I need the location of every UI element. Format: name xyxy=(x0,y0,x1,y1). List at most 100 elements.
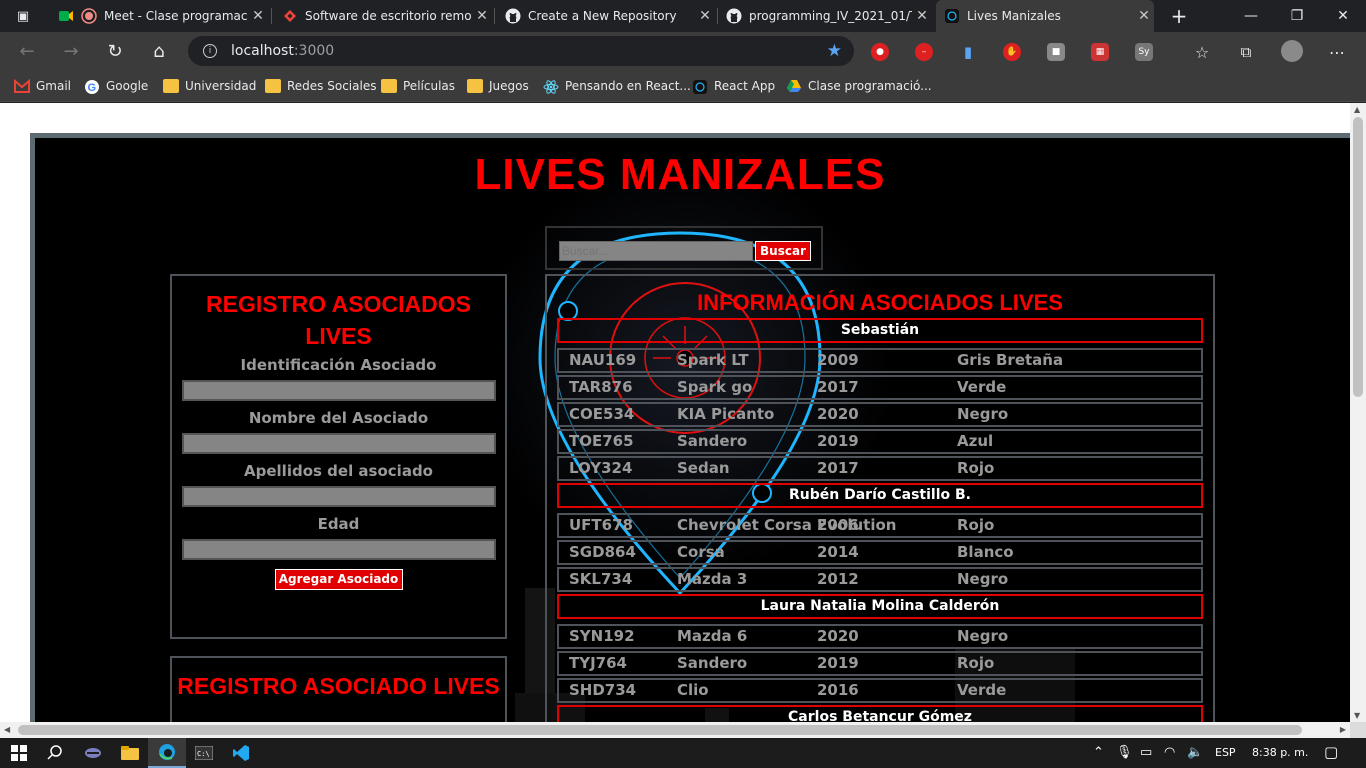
extension-sy-icon[interactable]: Sy xyxy=(1135,43,1153,61)
volume-icon[interactable]: 🔈 xyxy=(1187,745,1203,760)
battery-icon[interactable]: ▭ xyxy=(1140,745,1152,760)
extension-grid-icon[interactable]: ▦ xyxy=(1091,43,1109,61)
search-button[interactable]: Buscar xyxy=(755,241,811,261)
tab-lives-manizales[interactable]: Lives Manizales ✕ xyxy=(936,0,1154,32)
tab-title: programming_IV_2021_01/TO xyxy=(749,9,912,23)
restore-button[interactable]: ❐ xyxy=(1274,0,1320,32)
close-icon[interactable]: ✕ xyxy=(1134,8,1154,24)
bookmark-pensando-en-react[interactable]: Pensando en React... xyxy=(543,77,691,95)
bookmark-label: React App xyxy=(714,79,776,93)
field-label-name: Nombre del Asociado xyxy=(248,409,429,427)
tab-divider xyxy=(271,8,272,24)
more-menu-icon[interactable]: ⋯ xyxy=(1328,43,1346,62)
close-window-button[interactable]: ✕ xyxy=(1320,0,1366,32)
back-icon[interactable]: ← xyxy=(12,36,42,66)
close-icon[interactable]: ✕ xyxy=(248,8,268,24)
close-icon[interactable]: ✕ xyxy=(912,8,932,24)
new-tab-button[interactable]: + xyxy=(1156,0,1202,32)
scroll-right-icon[interactable]: ▶ xyxy=(1340,725,1346,734)
tab-github-new-repo[interactable]: Create a New Repository ✕ xyxy=(497,0,715,32)
register-associate-panel: REGISTRO ASOCIADOS LIVES Identificación … xyxy=(170,274,507,639)
favorites-icon[interactable]: ☆ xyxy=(1193,43,1211,62)
favorite-star-icon[interactable]: ★ xyxy=(827,41,842,61)
extension-stop-icon[interactable]: – xyxy=(915,43,933,61)
tab-actions-icon[interactable]: ▣ xyxy=(8,1,38,31)
bookmark-google[interactable]: G Google xyxy=(84,77,148,95)
scroll-up-icon[interactable]: ▲ xyxy=(1354,105,1360,114)
refresh-icon[interactable]: ↻ xyxy=(100,36,130,66)
bookmark-clase-programacion[interactable]: Clase programació... xyxy=(786,77,932,95)
lastname-input[interactable] xyxy=(181,486,496,507)
bookmark-universidad[interactable]: Universidad xyxy=(163,77,256,95)
vertical-scrollbar-thumb[interactable] xyxy=(1353,117,1363,397)
folder-icon xyxy=(163,79,179,93)
scroll-left-icon[interactable]: ◀ xyxy=(4,725,10,734)
file-explorer-icon[interactable] xyxy=(111,738,149,768)
bookmark-label: Redes Sociales xyxy=(287,79,377,93)
site-info-icon[interactable]: i xyxy=(203,44,217,58)
tab-github-programming[interactable]: programming_IV_2021_01/TO ✕ xyxy=(718,0,932,32)
terminal-icon[interactable]: C:\ xyxy=(185,738,223,768)
address-bar[interactable]: i localhost:3000 ★ xyxy=(188,36,854,66)
language-indicator[interactable]: ESP xyxy=(1215,746,1236,759)
horizontal-scrollbar-thumb[interactable] xyxy=(18,725,1302,735)
bookmark-juegos[interactable]: Juegos xyxy=(467,77,529,95)
scrollbar-corner xyxy=(1350,722,1366,738)
vehicle-row: TAR876 Spark go 2017 Verde xyxy=(557,375,1203,400)
vehicle-row: UFT678 Chevrolet Corsa Evolution 2006 Rojo xyxy=(557,513,1203,538)
search-bar: Buscar xyxy=(545,226,823,270)
close-icon[interactable]: ✕ xyxy=(695,8,715,24)
vehicle-row: SKL734 Mazda 3 2012 Negro xyxy=(557,567,1203,592)
forward-icon[interactable]: → xyxy=(56,36,86,66)
bookmark-react-app[interactable]: React App xyxy=(692,77,775,95)
field-label-lastname: Apellidos del asociado xyxy=(244,462,433,480)
bookmark-redes-sociales[interactable]: Redes Sociales xyxy=(265,77,376,95)
react-icon xyxy=(543,79,559,94)
tab-title: Lives Manizales xyxy=(967,9,1061,23)
name-input[interactable] xyxy=(181,433,496,454)
minimize-button[interactable]: — xyxy=(1228,0,1274,32)
folder-icon xyxy=(381,79,397,93)
search-icon[interactable] xyxy=(36,738,74,768)
vehicle-row: SGD864 Corsa 2014 Blanco xyxy=(557,540,1203,565)
vertical-scrollbar[interactable]: ▲ ▼ xyxy=(1350,103,1366,722)
add-associate-button[interactable]: Agregar Asociado xyxy=(274,569,403,590)
vehicle-row: TOE765 Sandero 2019 Azul xyxy=(557,429,1203,454)
id-input[interactable] xyxy=(181,380,496,401)
search-input[interactable] xyxy=(559,241,753,261)
microphone-icon[interactable]: 🎙 xyxy=(1116,745,1133,760)
bookmark-label: Juegos xyxy=(489,79,529,93)
scroll-down-icon[interactable]: ▼ xyxy=(1354,711,1360,720)
home-icon[interactable]: ⌂ xyxy=(144,36,174,66)
tab-title: Software de escritorio remoto xyxy=(305,9,472,23)
bookmark-gmail[interactable]: Gmail xyxy=(14,77,71,95)
vehicle-row: COE534 KIA Picanto 2020 Negro xyxy=(557,402,1203,427)
tab-meet[interactable]: Meet - Clase programaci ✕ xyxy=(50,0,268,32)
bookmark-label: Pensando en React... xyxy=(565,79,691,93)
close-icon[interactable]: ✕ xyxy=(472,8,492,24)
windows-start-icon[interactable] xyxy=(0,738,38,768)
wifi-icon[interactable]: ◠ xyxy=(1164,745,1175,760)
notifications-icon[interactable]: ▢ xyxy=(1324,743,1338,761)
extension-adblock-icon[interactable]: ● xyxy=(871,43,889,61)
owner-header: Carlos Betancur Gómez xyxy=(557,705,1203,722)
extension-hand-icon[interactable]: ✋ xyxy=(1003,43,1021,61)
edge-icon[interactable] xyxy=(148,738,186,768)
tab-anydesk[interactable]: Software de escritorio remoto ✕ xyxy=(274,0,492,32)
age-input[interactable] xyxy=(181,539,496,560)
clock[interactable]: 8:38 p. m. xyxy=(1252,746,1308,759)
tray-chevron-up-icon[interactable]: ⌃ xyxy=(1093,745,1104,760)
recording-icon xyxy=(81,8,97,24)
owner-header: Laura Natalia Molina Calderón xyxy=(557,594,1203,619)
register-vehicle-panel: REGISTRO ASOCIADO LIVES xyxy=(170,656,507,722)
collections-icon[interactable]: ⧉ xyxy=(1237,43,1255,61)
extension-puzzle-icon[interactable]: ■ xyxy=(1047,43,1065,61)
bookmark-peliculas[interactable]: Películas xyxy=(381,77,455,95)
url-port: :3000 xyxy=(293,43,335,59)
owner-header: Rubén Darío Castillo B. xyxy=(557,483,1203,508)
extension-bookmark-icon[interactable]: ▮ xyxy=(959,43,977,61)
avatar[interactable] xyxy=(1281,40,1303,62)
vscode-icon[interactable] xyxy=(222,738,260,768)
app-icon[interactable] xyxy=(74,738,112,768)
horizontal-scrollbar[interactable]: ◀ ▶ xyxy=(0,722,1350,738)
